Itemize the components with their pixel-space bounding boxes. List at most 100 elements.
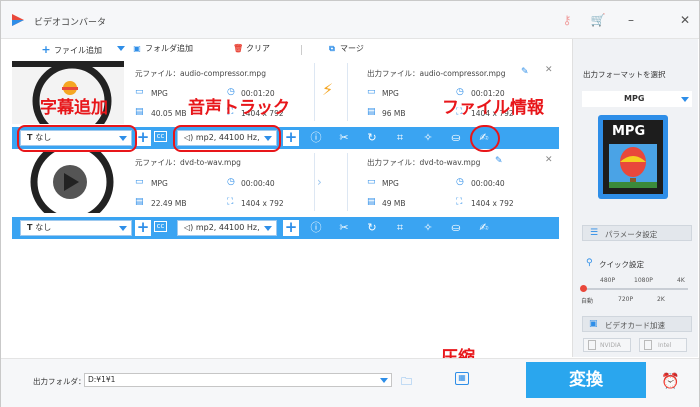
source-format: MPG	[151, 89, 168, 98]
source-file-name: 元ファイル：dvd-to-wav.mpg	[135, 158, 241, 167]
format-icon: ▭	[367, 87, 376, 97]
output-format-title: 出力フォーマットを選択	[583, 70, 666, 79]
merge-button[interactable]: ⧉ マージ	[327, 43, 364, 54]
rename-pencil-icon[interactable]: ✎	[521, 67, 529, 77]
watermark-icon[interactable]: ⛀	[449, 221, 463, 235]
quality-label: 4K	[677, 277, 685, 284]
crop-icon[interactable]: ⌗	[393, 131, 407, 145]
add-subtitle-button[interactable]: +	[135, 130, 151, 146]
speaker-icon: ◁)	[184, 223, 196, 232]
audio-track-select[interactable]: ◁) mp2, 44100 Hz,	[177, 220, 277, 236]
source-resolution: 1404 x 792	[241, 199, 284, 208]
toolbar-divider	[301, 45, 302, 55]
cut-icon[interactable]: ✂	[337, 131, 351, 145]
nvidia-toggle[interactable]: NVIDIA	[583, 338, 631, 352]
cut-icon[interactable]: ✂	[337, 221, 351, 235]
output-format: MPG	[382, 179, 399, 188]
output-folder-select[interactable]: D:¥1¥1	[84, 373, 392, 387]
remove-item-button[interactable]: ✕	[545, 155, 553, 165]
sliders-icon: ☰	[590, 228, 599, 238]
output-size: 49 MB	[382, 199, 406, 208]
thumbnail-image	[12, 151, 124, 213]
convert-arrow-icon: ⚡	[322, 80, 334, 99]
quality-label: 720P	[618, 296, 634, 303]
subtitle-select[interactable]: T なし	[20, 220, 132, 236]
clear-label: クリア	[246, 44, 270, 53]
file-info-edit-icon[interactable]: ✍	[477, 221, 491, 235]
rotate-icon[interactable]: ↻	[365, 221, 379, 235]
effects-icon[interactable]: ✧	[421, 221, 435, 235]
add-file-label: ファイル追加	[54, 46, 102, 55]
quick-settings-title: クイック設定	[599, 260, 644, 269]
filesize-icon: ▤	[367, 107, 376, 117]
quality-label: 1080P	[634, 277, 653, 284]
info-icon[interactable]: ⓘ	[309, 221, 323, 235]
plus-icon: +	[41, 43, 51, 56]
cc-icon[interactable]: cc	[154, 221, 167, 232]
window-title: ビデオコンバータ	[34, 18, 107, 28]
trash-icon: 🗑	[233, 44, 244, 53]
quality-label: 自動	[581, 298, 594, 305]
video-thumbnail[interactable]	[12, 151, 124, 213]
alarm-clock-icon[interactable]: ⏰	[661, 372, 680, 390]
format-preview[interactable]: MPG	[598, 115, 668, 199]
cc-icon[interactable]: cc	[154, 131, 167, 142]
format-select[interactable]: MPG	[582, 91, 692, 107]
app-window: ビデオコンバータ ⚷ 🛒 – ✕ + ファイル追加 ▣ フォルダ追加 🗑 クリア ⧉ マ…	[0, 0, 700, 407]
filesize-icon: ▤	[135, 197, 144, 207]
folder-add-icon: ▣	[133, 44, 141, 53]
param-settings-label: パラメータ設定	[605, 230, 658, 239]
output-format: MPG	[382, 89, 399, 98]
balloon-image	[609, 144, 657, 188]
format-badge: MPG	[612, 124, 646, 139]
gpu-accel-label: ビデオカード加速	[605, 321, 665, 330]
output-file-name: 出力ファイル：audio-compressor.mpg	[367, 69, 506, 78]
highlight-subtitle	[17, 125, 137, 152]
filesize-icon: ▤	[367, 197, 376, 207]
add-folder-label: フォルダ追加	[145, 44, 193, 53]
output-file-name: 出力ファイル：dvd-to-wav.mpg	[367, 158, 481, 167]
effects-icon[interactable]: ✧	[421, 131, 435, 145]
intel-toggle[interactable]: Intel	[639, 338, 687, 352]
chevron-down-icon	[380, 378, 388, 383]
add-audio-button[interactable]: +	[283, 220, 299, 236]
add-file-button[interactable]: + ファイル追加	[41, 43, 102, 56]
param-settings-button[interactable]: ☰ パラメータ設定	[582, 225, 692, 241]
add-subtitle-button[interactable]: +	[135, 220, 151, 236]
rotate-icon[interactable]: ↻	[365, 131, 379, 145]
remove-item-button[interactable]: ✕	[545, 65, 553, 75]
crop-icon[interactable]: ⌗	[393, 221, 407, 235]
add-folder-button[interactable]: ▣ フォルダ追加	[132, 43, 193, 54]
compress-icon[interactable]: ▦	[455, 372, 469, 385]
slider-track	[583, 288, 688, 290]
format-value: MPG	[624, 94, 645, 103]
info-icon[interactable]: ⓘ	[309, 131, 323, 145]
format-icon: ▭	[367, 177, 376, 187]
watermark-icon[interactable]: ⛀	[449, 131, 463, 145]
annotation-subtitle: 字幕追加	[40, 98, 108, 118]
speed-icon: ⚲	[586, 258, 593, 268]
subtitle-icon: T	[27, 223, 36, 232]
add-file-dropdown-icon[interactable]	[117, 46, 125, 51]
source-file-name: 元ファイル：audio-compressor.mpg	[135, 69, 266, 78]
output-folder-path: D:¥1¥1	[88, 375, 116, 384]
minimize-button[interactable]: –	[621, 10, 641, 30]
clock-icon: ◷	[456, 177, 464, 187]
rename-pencil-icon[interactable]: ✎	[495, 156, 503, 166]
clock-icon: ◷	[227, 177, 235, 187]
convert-button[interactable]: 変換	[526, 362, 646, 398]
item-divider	[347, 153, 348, 211]
slider-thumb[interactable]	[580, 285, 587, 292]
key-icon[interactable]: ⚷	[559, 12, 575, 28]
add-audio-button[interactable]: +	[283, 130, 299, 146]
output-folder-label: 出力フォルダ：	[33, 377, 86, 386]
open-folder-icon[interactable]: 🗀	[401, 373, 412, 392]
checkbox-icon	[588, 340, 596, 350]
gpu-accel-button[interactable]: ▣ ビデオカード加速	[582, 316, 692, 332]
intel-label: Intel	[658, 342, 672, 349]
toolbar: + ファイル追加 ▣ フォルダ追加 🗑 クリア ⧉ マージ	[1, 39, 571, 59]
cart-icon[interactable]: 🛒	[590, 12, 606, 28]
close-button[interactable]: ✕	[675, 10, 695, 30]
item-divider	[314, 153, 315, 211]
clear-button[interactable]: 🗑 クリア	[233, 43, 270, 54]
